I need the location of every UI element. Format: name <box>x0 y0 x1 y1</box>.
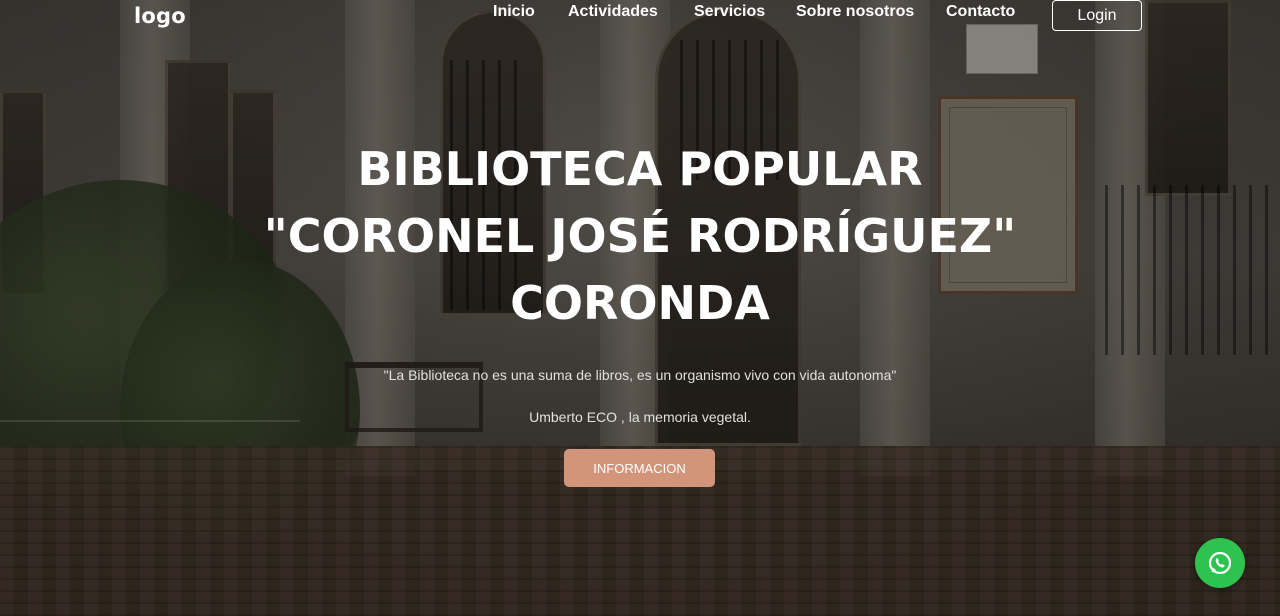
library-sign-board <box>938 96 1078 294</box>
top-navigation: logo Inicio Actividades Servicios Sobre … <box>0 0 1280 40</box>
hero-title-line-2: "CORONEL JOSÉ RODRÍGUEZ" <box>263 209 1017 263</box>
hero-quote: "La Biblioteca no es una suma de libros,… <box>383 367 897 383</box>
hero-quote-author: Umberto ECO , la memoria vegetal. <box>529 409 751 425</box>
hero-title-line-1: BIBLIOTECA POPULAR <box>357 142 923 196</box>
nav-link-actividades[interactable]: Actividades <box>568 3 658 21</box>
nav-link-inicio[interactable]: Inicio <box>493 3 535 21</box>
hero-title-line-3: CORONDA <box>510 276 770 330</box>
whatsapp-button[interactable] <box>1195 538 1245 588</box>
informacion-button[interactable]: INFORMACION <box>564 449 715 487</box>
nav-link-servicios[interactable]: Servicios <box>694 3 765 21</box>
nav-link-sobre-nosotros[interactable]: Sobre nosotros <box>796 3 914 21</box>
nav-link-contacto[interactable]: Contacto <box>946 3 1015 21</box>
whatsapp-icon <box>1208 551 1232 575</box>
login-button[interactable]: Login <box>1052 0 1142 31</box>
site-logo[interactable]: logo <box>134 4 186 28</box>
balcony-railing <box>1105 185 1275 355</box>
